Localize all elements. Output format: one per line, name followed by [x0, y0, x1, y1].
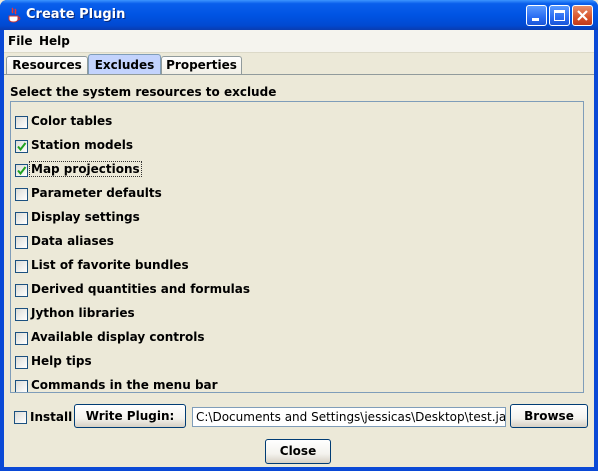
exclude-item-label: Available display controls: [31, 330, 205, 344]
checkbox[interactable]: [15, 356, 28, 369]
tab-excludes[interactable]: Excludes: [88, 54, 161, 75]
exclude-list[interactable]: Color tables Station models Map projecti…: [10, 101, 584, 393]
exclude-item-parameter-defaults[interactable]: Parameter defaults: [11, 182, 571, 206]
excludes-panel: Select the system resources to exclude C…: [4, 74, 594, 434]
close-icon: [577, 10, 588, 21]
tab-strip: Resources Excludes Properties: [4, 54, 594, 75]
exclude-item-derived-quantities[interactable]: Derived quantities and formulas: [11, 278, 571, 302]
java-coffee-icon: [8, 7, 21, 23]
checkbox[interactable]: [15, 140, 28, 153]
tab-resources[interactable]: Resources: [6, 56, 88, 74]
plugin-path-field[interactable]: C:\Documents and Settings\jessicas\Deskt…: [192, 407, 506, 427]
checkbox[interactable]: [15, 164, 28, 177]
exclude-item-label: List of favorite bundles: [31, 258, 189, 272]
checkbox[interactable]: [15, 308, 28, 321]
exclude-item-color-tables[interactable]: Color tables: [11, 110, 571, 134]
excludes-heading: Select the system resources to exclude: [10, 85, 277, 99]
exclude-item-label: Derived quantities and formulas: [31, 282, 250, 296]
menu-bar: File Help: [4, 30, 594, 53]
exclude-item-data-aliases[interactable]: Data aliases: [11, 230, 571, 254]
exclude-item-label: Commands in the menu bar: [31, 378, 218, 392]
checkbox[interactable]: [15, 116, 28, 129]
exclude-item-jython-libraries[interactable]: Jython libraries: [11, 302, 571, 326]
tab-properties[interactable]: Properties: [161, 56, 242, 74]
checkbox[interactable]: [15, 332, 28, 345]
install-checkbox[interactable]: [14, 411, 27, 424]
close-window-button[interactable]: [572, 5, 593, 26]
exclude-item-label: Display settings: [31, 210, 140, 224]
checkbox[interactable]: [15, 260, 28, 273]
checkbox[interactable]: [15, 284, 28, 297]
checkbox[interactable]: [15, 236, 28, 249]
maximize-icon: [554, 10, 565, 21]
plugin-action-bar: Install Write Plugin: C:\Documents and S…: [4, 400, 594, 430]
menu-help[interactable]: Help: [39, 34, 70, 48]
exclude-item-map-projections[interactable]: Map projections: [11, 158, 571, 182]
exclude-item-label: Station models: [31, 138, 134, 152]
minimize-button[interactable]: [526, 5, 547, 26]
checkmark-icon: [17, 142, 27, 152]
create-plugin-window: Create Plugin File Help Resources Exclud…: [0, 0, 598, 471]
exclude-item-help-tips[interactable]: Help tips: [11, 350, 571, 374]
window-client-area: File Help Resources Excludes Properties …: [4, 30, 594, 467]
checkmark-icon: [17, 166, 27, 176]
install-label: Install: [30, 410, 73, 424]
checkbox[interactable]: [15, 188, 28, 201]
write-plugin-button[interactable]: Write Plugin:: [74, 404, 186, 428]
exclude-item-label: Help tips: [31, 354, 92, 368]
exclude-item-display-controls[interactable]: Available display controls: [11, 326, 571, 350]
minimize-icon: [532, 18, 539, 21]
title-bar[interactable]: Create Plugin: [0, 0, 598, 30]
window-title: Create Plugin: [26, 7, 126, 22]
checkbox[interactable]: [15, 380, 28, 392]
exclude-item-label: Jython libraries: [31, 306, 135, 320]
exclude-item-label: Data aliases: [31, 234, 114, 248]
exclude-item-display-settings[interactable]: Display settings: [11, 206, 571, 230]
menu-file[interactable]: File: [8, 34, 33, 48]
exclude-item-favorite-bundles[interactable]: List of favorite bundles: [11, 254, 571, 278]
exclude-item-label: Map projections: [29, 161, 142, 177]
checkbox[interactable]: [15, 212, 28, 225]
exclude-item-label: Color tables: [31, 114, 113, 128]
close-button[interactable]: Close: [265, 439, 331, 464]
exclude-item-menu-commands[interactable]: Commands in the menu bar: [11, 374, 571, 392]
maximize-button[interactable]: [549, 5, 570, 26]
exclude-item-station-models[interactable]: Station models: [11, 134, 571, 158]
browse-button[interactable]: Browse: [510, 404, 588, 428]
exclude-item-label: Parameter defaults: [31, 186, 162, 200]
